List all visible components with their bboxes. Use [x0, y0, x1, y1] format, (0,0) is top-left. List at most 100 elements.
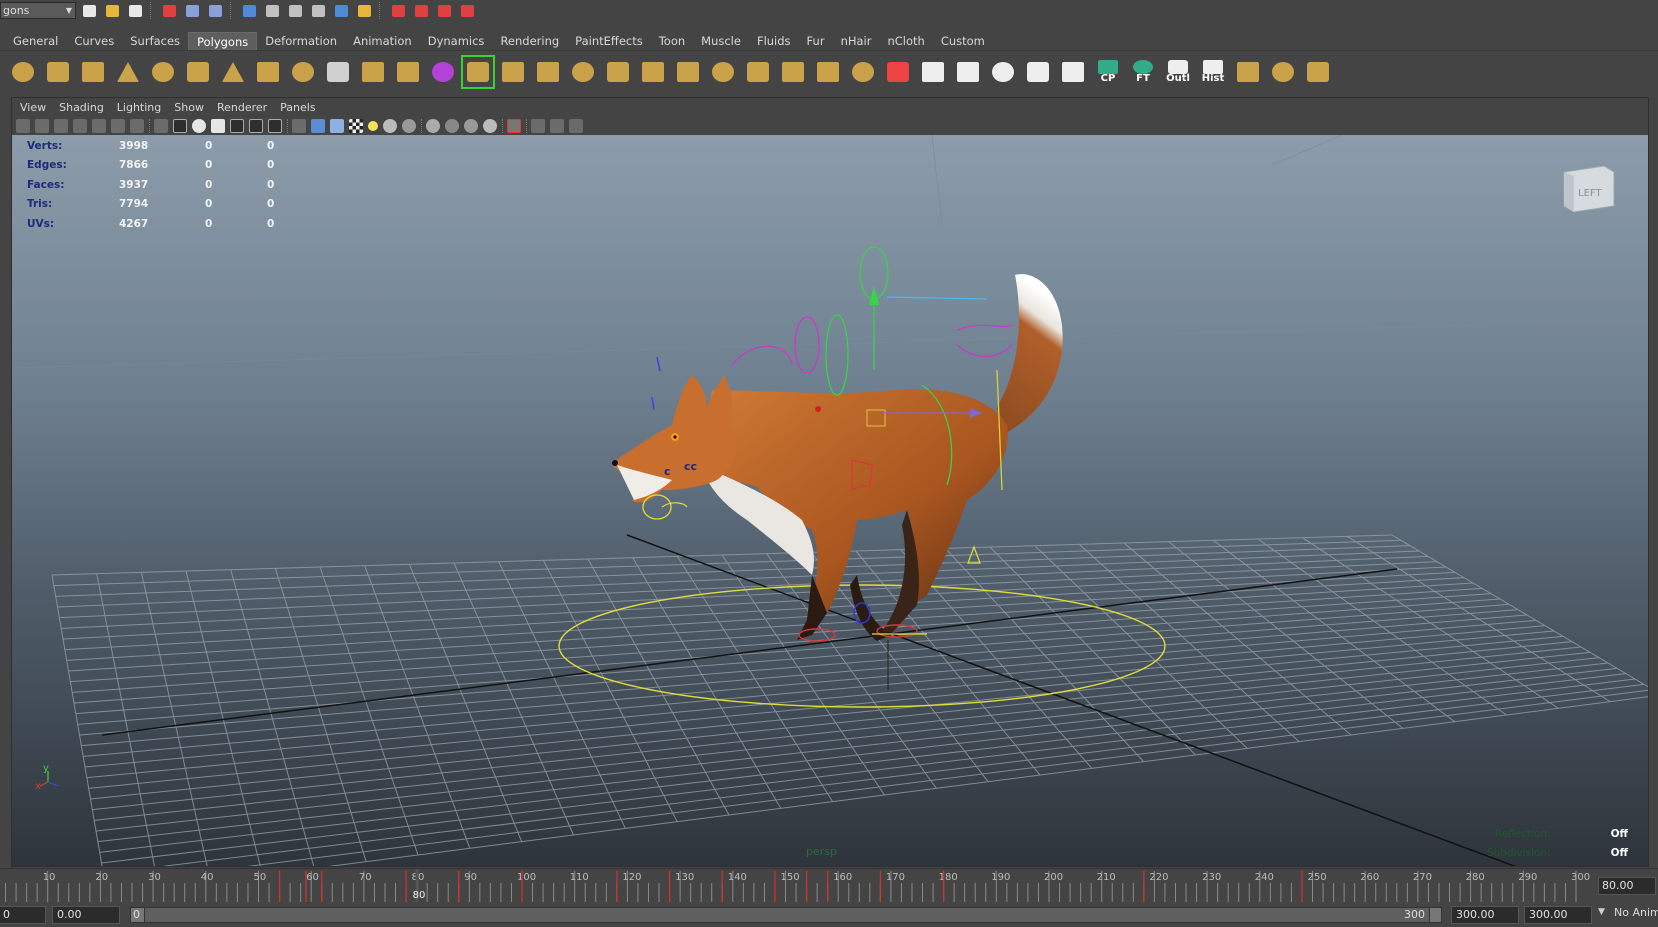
poly-pyramid-icon[interactable]: [218, 57, 248, 87]
freeze-transform-icon[interactable]: FT: [1128, 57, 1158, 87]
anim-end-field[interactable]: 300.00: [1524, 906, 1592, 924]
layer-editor-icon[interactable]: [1268, 57, 1298, 87]
smooth-icon[interactable]: [428, 57, 458, 87]
panel-menu-renderer[interactable]: Renderer: [217, 101, 267, 114]
image-plane-icon[interactable]: [73, 119, 87, 133]
safe-action-icon[interactable]: [230, 119, 244, 133]
merge-icon[interactable]: [848, 57, 878, 87]
default-lights-icon[interactable]: [368, 121, 378, 131]
shelf-tab-surfaces[interactable]: Surfaces: [122, 32, 188, 50]
separate-icon[interactable]: [358, 57, 388, 87]
shelf-tab-dynamics[interactable]: Dynamics: [420, 32, 493, 50]
poly-soccer-ball-icon[interactable]: [288, 57, 318, 87]
shelf-tab-custom[interactable]: Custom: [933, 32, 993, 50]
view-cube[interactable]: LEFT: [1554, 160, 1618, 218]
two-d-pan-zoom-icon[interactable]: [111, 119, 125, 133]
panel-menu-lighting[interactable]: Lighting: [117, 101, 161, 114]
wireframe-icon[interactable]: [292, 119, 306, 133]
snap-curve-icon[interactable]: [262, 2, 282, 19]
screen-space-ao-icon[interactable]: [426, 119, 440, 133]
duplicate-face-icon[interactable]: [813, 57, 843, 87]
motion-blur-icon[interactable]: [445, 119, 459, 133]
graph-icon[interactable]: [1303, 57, 1333, 87]
multisample-aa-icon[interactable]: [464, 119, 478, 133]
open-scene-icon[interactable]: [102, 2, 122, 19]
shelf-tab-ncloth[interactable]: nCloth: [879, 32, 932, 50]
range-start-handle[interactable]: 0: [131, 908, 145, 922]
center-pivot-icon[interactable]: CP: [1093, 57, 1123, 87]
scene-canvas[interactable]: c cc y x: [12, 135, 1648, 866]
field-chart-icon[interactable]: [211, 119, 225, 133]
panel-menu-show[interactable]: Show: [174, 101, 204, 114]
shelf-tab-toon[interactable]: Toon: [651, 32, 693, 50]
shelf-tab-polygons[interactable]: Polygons: [188, 32, 258, 50]
save-scene-icon[interactable]: [125, 2, 145, 19]
uv-automatic-icon[interactable]: [1023, 57, 1053, 87]
select-hierarchy-icon[interactable]: [159, 2, 179, 19]
playback-start-field[interactable]: 0.00: [52, 906, 120, 924]
range-bar[interactable]: 0 300: [130, 907, 1442, 923]
select-component-icon[interactable]: [205, 2, 225, 19]
uv-planar-icon[interactable]: [918, 57, 948, 87]
bevel-icon[interactable]: [708, 57, 738, 87]
shadows-icon[interactable]: [402, 119, 416, 133]
poly-torus-icon[interactable]: [183, 57, 213, 87]
combine-icon[interactable]: [323, 57, 353, 87]
grease-pencil-icon[interactable]: [92, 119, 106, 133]
render-settings-icon[interactable]: [434, 2, 454, 19]
film-gate-icon[interactable]: [130, 119, 144, 133]
uv-editor-icon[interactable]: [1058, 57, 1088, 87]
anim-start-field[interactable]: 0: [0, 906, 46, 924]
uv-cylindrical-icon[interactable]: [953, 57, 983, 87]
snap-grid-icon[interactable]: [239, 2, 259, 19]
shelf-tab-fur[interactable]: Fur: [799, 32, 833, 50]
wireframe-on-shaded-icon[interactable]: [330, 119, 344, 133]
viewport-persp[interactable]: c cc y x Verts: 3998 0 0 Edges: 7866 0 0 Faces: 3…: [12, 135, 1648, 866]
smooth-shade-icon[interactable]: [311, 119, 325, 133]
anim-layer-label[interactable]: No Anim: [1614, 906, 1658, 919]
select-object-icon[interactable]: [182, 2, 202, 19]
hypershade-icon[interactable]: [457, 2, 477, 19]
sculpt-icon[interactable]: [461, 55, 495, 89]
shelf-tab-nhair[interactable]: nHair: [833, 32, 880, 50]
text-icon[interactable]: [268, 119, 282, 133]
poly-cone-icon[interactable]: [113, 57, 143, 87]
uv-spherical-icon[interactable]: [988, 57, 1018, 87]
poly-cube-icon[interactable]: [43, 57, 73, 87]
current-time-field[interactable]: 80.00: [1598, 877, 1656, 895]
range-end-handle[interactable]: [1429, 908, 1441, 922]
poly-pipe-icon[interactable]: [253, 57, 283, 87]
outliner-icon[interactable]: Outl: [1163, 57, 1193, 87]
xray-joints-icon[interactable]: [550, 119, 564, 133]
safe-title-icon[interactable]: [249, 119, 263, 133]
poke-face-icon[interactable]: [743, 57, 773, 87]
shelf-tab-animation[interactable]: Animation: [345, 32, 420, 50]
resolution-gate-icon[interactable]: [173, 119, 187, 133]
poly-plane-icon[interactable]: [148, 57, 178, 87]
grid-toggle-icon[interactable]: [154, 119, 168, 133]
ipr-render-icon[interactable]: [411, 2, 431, 19]
shelf-tab-muscle[interactable]: Muscle: [693, 32, 749, 50]
snap-point-icon[interactable]: [285, 2, 305, 19]
shelf-tab-general[interactable]: General: [5, 32, 66, 50]
new-scene-icon[interactable]: [79, 2, 99, 19]
shelf-tab-rendering[interactable]: Rendering: [492, 32, 567, 50]
history-icon[interactable]: Hist: [1198, 57, 1228, 87]
playback-end-field[interactable]: 300.00: [1451, 906, 1519, 924]
xray-components-icon[interactable]: [569, 119, 583, 133]
panel-menu-panels[interactable]: Panels: [280, 101, 315, 114]
construction-history-icon[interactable]: [354, 2, 374, 19]
wedge-face-icon[interactable]: [778, 57, 808, 87]
layer-icon[interactable]: [1233, 57, 1263, 87]
select-camera-icon[interactable]: [16, 119, 30, 133]
camera-attributes-icon[interactable]: [35, 119, 49, 133]
extrude-icon[interactable]: [498, 57, 528, 87]
chevron-down-icon[interactable]: ▼: [1598, 907, 1605, 917]
panel-menu-shading[interactable]: Shading: [59, 101, 104, 114]
insert-edge-loop-icon[interactable]: [638, 57, 668, 87]
snap-plane-icon[interactable]: [308, 2, 328, 19]
shelf-tab-deformation[interactable]: Deformation: [257, 32, 345, 50]
offset-edge-loop-icon[interactable]: [673, 57, 703, 87]
menu-set-dropdown[interactable]: gons ▼: [0, 2, 76, 19]
textured-icon[interactable]: [349, 119, 363, 133]
